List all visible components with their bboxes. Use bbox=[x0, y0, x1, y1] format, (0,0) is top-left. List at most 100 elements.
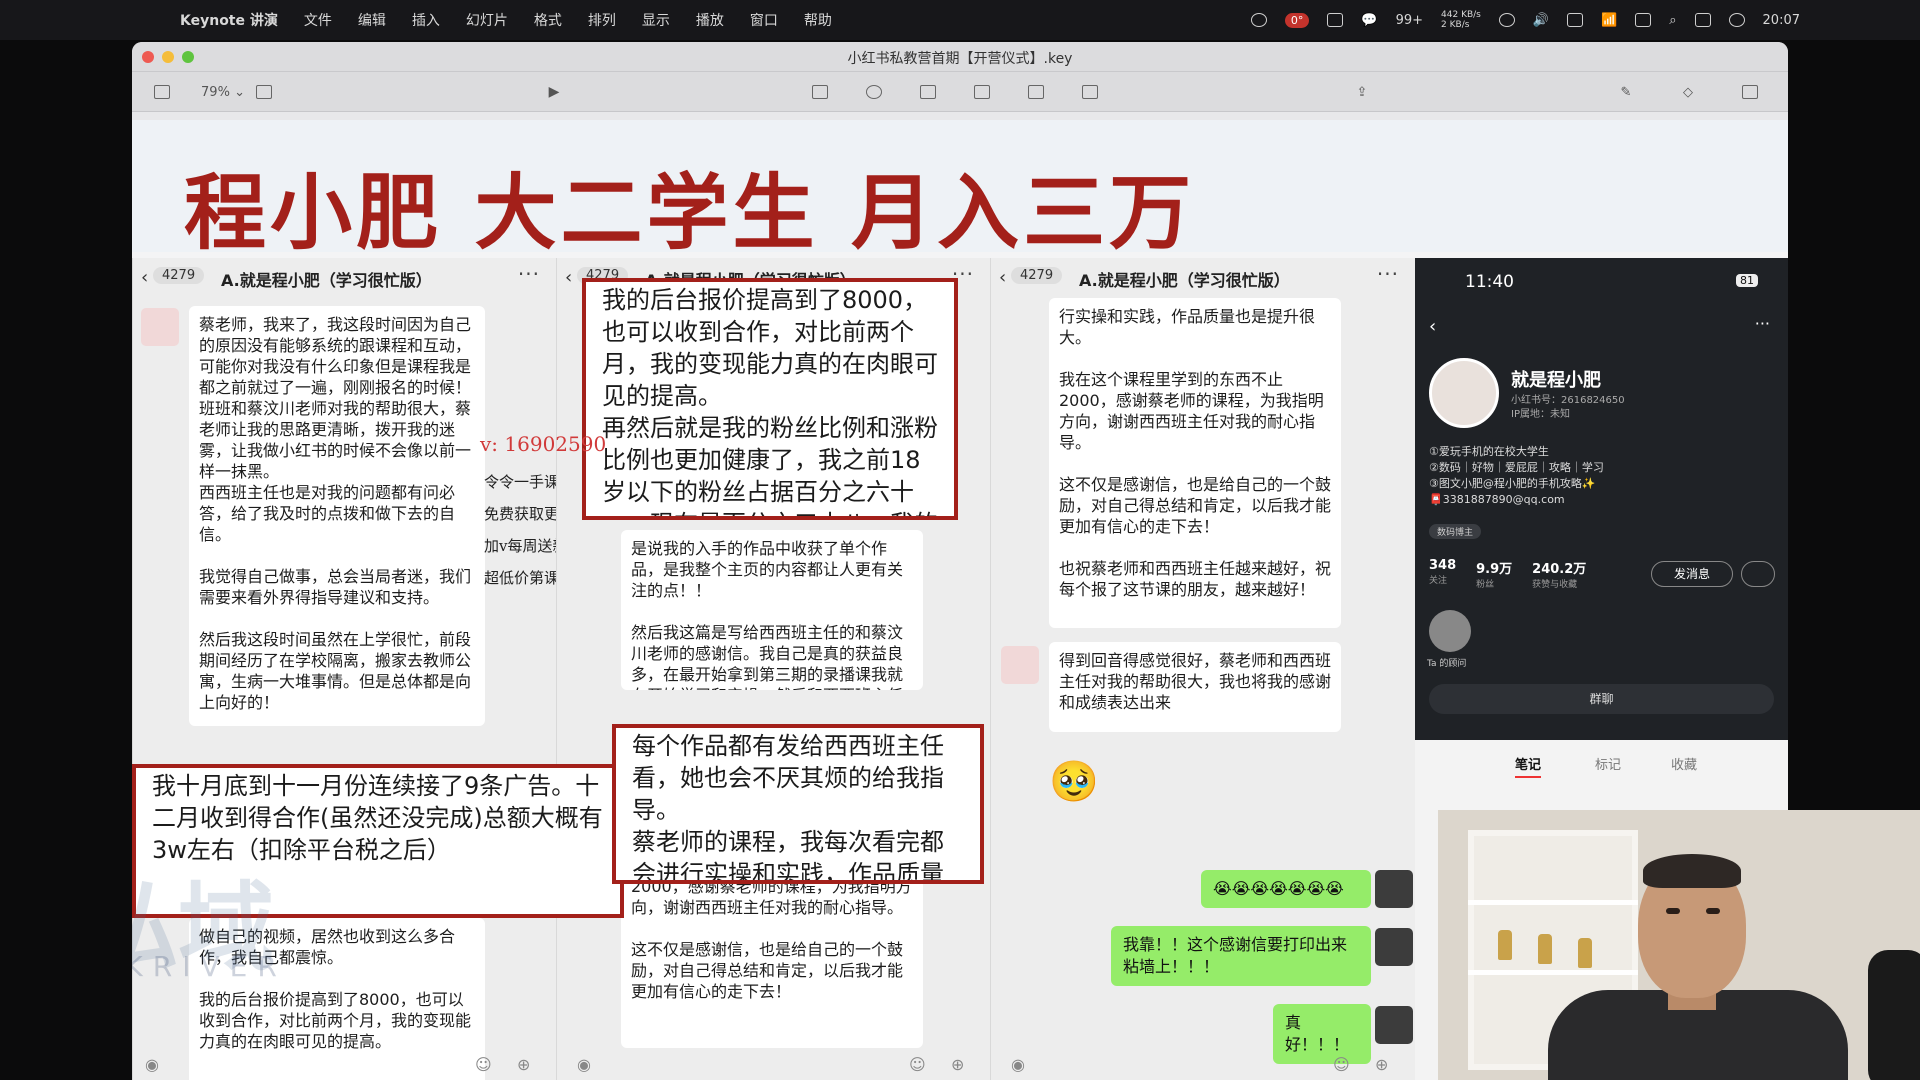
more-icon: ··· bbox=[1754, 314, 1770, 333]
chat-title: A.就是程小肥（学习很忙版） bbox=[221, 271, 432, 290]
profile-stats: 348 关注 9.9万 粉丝 240.2万 获赞与收藏 bbox=[1429, 558, 1586, 590]
green-bubble: 😭😭😭😭😭😭😭 bbox=[1201, 870, 1371, 908]
logo-watermark-text: MIKRIVER bbox=[132, 950, 287, 983]
title-bar: 小红书私教营首期【开营仪式】.key bbox=[132, 42, 1788, 72]
stat-likes: 240.2万 获赞与收藏 bbox=[1532, 558, 1586, 590]
display-icon[interactable] bbox=[1635, 13, 1652, 27]
shape-icon[interactable] bbox=[972, 82, 992, 102]
shelf-board bbox=[1468, 970, 1638, 975]
profile-avatar bbox=[1429, 358, 1499, 428]
share-icon[interactable]: ⇪ bbox=[1352, 82, 1372, 102]
shelf-board bbox=[1468, 900, 1638, 905]
menu-format[interactable]: 格式 bbox=[534, 10, 562, 30]
menu-edit[interactable]: 编辑 bbox=[358, 10, 386, 30]
wechat-icon[interactable]: 💬 bbox=[1361, 13, 1377, 28]
voice-icon: ◉ bbox=[1011, 1055, 1025, 1074]
more-icon: ··· bbox=[517, 262, 540, 286]
volume-icon[interactable]: 🔊 bbox=[1533, 13, 1549, 28]
presenter-hair bbox=[1643, 854, 1741, 888]
comment-icon[interactable] bbox=[1080, 82, 1100, 102]
search-icon[interactable]: ⌕ bbox=[1669, 13, 1676, 28]
wechat-badge: 99+ bbox=[1395, 12, 1424, 28]
clock[interactable]: 20:07 bbox=[1763, 13, 1800, 28]
document-icon[interactable] bbox=[1740, 82, 1760, 102]
table-icon[interactable] bbox=[810, 82, 830, 102]
green-bubble: 我靠！！这个感谢信要打印出来粘墙上！！！ bbox=[1111, 926, 1371, 986]
format-brush-icon[interactable]: ✎ bbox=[1616, 82, 1636, 102]
stat-value: 240.2万 bbox=[1532, 562, 1587, 577]
chat-title: A.就是程小肥（学习很忙版） bbox=[1079, 271, 1290, 290]
avatar bbox=[1001, 646, 1039, 684]
profile-bio: ①爱玩手机的在校大学生 ②数码｜好物｜爱屁屁｜攻略｜学习 ③图文小肥@程小肥的手… bbox=[1429, 445, 1604, 506]
callout-box-feedback[interactable]: 每个作品都有发给西西班主任看，她也会不厌其烦的给我指导。 蔡老师的课程，我每次看… bbox=[612, 724, 984, 884]
chat-header: ‹ 4279 A.就是程小肥（学习很忙版） ··· bbox=[133, 258, 556, 298]
back-icon: ‹ bbox=[141, 267, 149, 288]
emoji-icon: ☺ bbox=[909, 1055, 926, 1074]
tab-favorites: 收藏 bbox=[1671, 758, 1698, 773]
menu-window[interactable]: 窗口 bbox=[750, 10, 778, 30]
webcam-overlay bbox=[1438, 810, 1920, 1080]
trophy-icon bbox=[1578, 938, 1592, 968]
menu-view[interactable]: 显示 bbox=[642, 10, 670, 30]
play-slideshow-icon[interactable]: ▶ bbox=[544, 82, 564, 102]
menu-slide[interactable]: 幻灯片 bbox=[466, 10, 508, 30]
profile-id: 小红书号：2616824650 IP属地：未知 bbox=[1511, 395, 1625, 420]
stat-followers: 9.9万 粉丝 bbox=[1476, 558, 1512, 590]
avatar bbox=[141, 308, 179, 346]
sidebar-toggle-icon[interactable] bbox=[152, 82, 172, 102]
profile-name: 就是程小肥 bbox=[1511, 370, 1601, 391]
window-title: 小红书私教营首期【开营仪式】.key bbox=[847, 51, 1073, 67]
network-speed: 442 KB/s 2 KB/s bbox=[1441, 10, 1481, 30]
animate-icon[interactable]: ◇ bbox=[1678, 82, 1698, 102]
profile-tag: 数码博主 bbox=[1429, 524, 1482, 539]
more-icon: ··· bbox=[1376, 262, 1399, 286]
menu-file[interactable]: 文件 bbox=[304, 10, 332, 30]
chat-screenshot-3: ‹ 4279 A.就是程小肥（学习很忙版） ··· 行实操和实践，作品质量也是提… bbox=[990, 258, 1415, 1080]
back-icon: ‹ bbox=[999, 267, 1007, 288]
avatar bbox=[1375, 870, 1413, 908]
battery-icon[interactable] bbox=[1567, 13, 1584, 27]
microphone bbox=[1868, 950, 1920, 1080]
green-bubble: 真好！！！ bbox=[1273, 1004, 1371, 1064]
trophy-icon bbox=[1538, 934, 1552, 964]
chart-icon[interactable] bbox=[864, 82, 884, 102]
voice-icon: ◉ bbox=[145, 1055, 159, 1074]
chat-bubble: 是说我的入手的作品中收获了单个作品，是我整个主页的内容都让人更有关注的点！！ 然… bbox=[621, 530, 923, 690]
callout-box-price[interactable]: 我的后台报价提高到了8000，也可以收到合作，对比前两个月，我的变现能力真的在肉… bbox=[582, 278, 958, 520]
stat-value: 348 bbox=[1429, 558, 1457, 573]
play-icon[interactable] bbox=[1498, 13, 1515, 27]
grid-icon[interactable] bbox=[1327, 13, 1344, 27]
menu-play[interactable]: 播放 bbox=[696, 10, 724, 30]
media-icon[interactable] bbox=[1026, 82, 1046, 102]
stat-following: 348 关注 bbox=[1429, 558, 1456, 590]
menu-insert[interactable]: 插入 bbox=[412, 10, 440, 30]
menu-help[interactable]: 帮助 bbox=[804, 10, 832, 30]
chat-header: ‹ 4279 A.就是程小肥（学习很忙版） ··· bbox=[991, 258, 1415, 298]
add-slide-icon[interactable] bbox=[252, 82, 276, 102]
chat-bubble: 行实操和实践，作品质量也是提升很大。 我在这个课程里学到的东西不止2000，感谢… bbox=[1049, 298, 1341, 628]
menu-app-keynote[interactable]: Keynote 讲演 bbox=[180, 10, 278, 30]
group-chat-button: 群聊 bbox=[1429, 684, 1774, 714]
presenter-eye bbox=[1666, 908, 1680, 914]
plus-icon: ⊕ bbox=[951, 1055, 965, 1074]
chat-bubble: 得到回音得感觉很好，蔡老师和西西班主任对我的帮助很大，我也将我的感谢和成绩表达出… bbox=[1049, 642, 1341, 732]
toolbar: 79% ⌄ ▶ ⇪ ✎ ◇ bbox=[132, 72, 1788, 112]
headline-area: 程小肥 大二学生 月入三万 bbox=[132, 120, 1788, 261]
record-icon[interactable] bbox=[1250, 13, 1267, 27]
stat-label: 关注 bbox=[1429, 576, 1448, 586]
zoom-select[interactable]: 79% ⌄ bbox=[198, 82, 248, 102]
back-icon: ‹ bbox=[565, 267, 573, 288]
chat-bubble: 蔡老师，我来了，我这段时间因为自己的原因没有能够系统的跟课程和互动，可能你对我没… bbox=[189, 306, 485, 726]
wifi-icon[interactable]: 📶 bbox=[1601, 13, 1617, 28]
unread-count: 4279 bbox=[153, 267, 205, 284]
tab-marked: 标记 bbox=[1595, 758, 1622, 773]
contact-watermark: v: 16902590 bbox=[480, 432, 607, 456]
siri-icon[interactable] bbox=[1728, 13, 1745, 27]
temperature-badge[interactable]: 0° bbox=[1284, 12, 1310, 28]
voice-icon: ◉ bbox=[577, 1055, 591, 1074]
text-icon[interactable] bbox=[918, 82, 938, 102]
menu-arrange[interactable]: 排列 bbox=[588, 10, 616, 30]
consultant-avatar bbox=[1429, 610, 1471, 652]
control-center-icon[interactable] bbox=[1694, 13, 1711, 27]
emoji-icon: ☺ bbox=[475, 1055, 492, 1074]
